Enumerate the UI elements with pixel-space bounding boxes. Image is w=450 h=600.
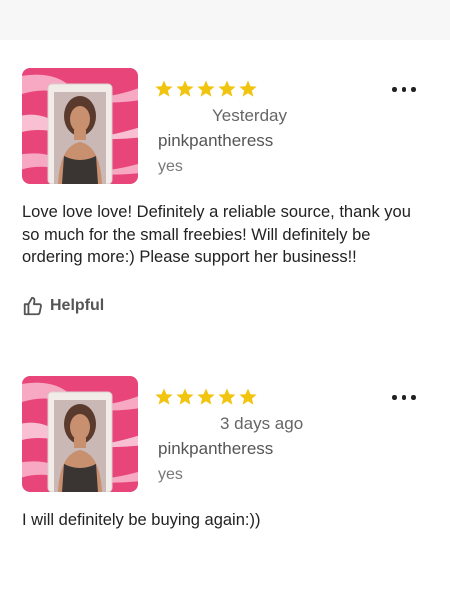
star-icon — [239, 388, 257, 405]
dot — [411, 87, 416, 92]
review-text: Love love love! Definitely a reliable so… — [22, 203, 411, 266]
thumbs-up-icon — [23, 296, 42, 316]
more-options-icon[interactable] — [392, 395, 416, 400]
review-text: I will definitely be buying again:)) — [22, 511, 261, 529]
dot — [392, 395, 397, 400]
star-rating — [154, 79, 258, 99]
star-icon — [218, 388, 236, 405]
review-photo[interactable] — [22, 376, 138, 492]
star-icon — [176, 80, 194, 97]
dot — [401, 395, 406, 400]
helpful-button[interactable]: Helpful — [22, 294, 104, 318]
dot — [392, 87, 397, 92]
review-photo[interactable] — [22, 68, 138, 184]
review-variant: yes — [158, 158, 183, 175]
star-icon — [155, 80, 173, 97]
star-icon — [197, 388, 215, 405]
top-background-band — [0, 0, 450, 40]
star-icon — [218, 80, 236, 97]
star-rating — [154, 387, 258, 407]
star-icon — [155, 388, 173, 405]
helpful-label: Helpful — [50, 297, 105, 314]
star-icon — [239, 80, 257, 97]
review-variant: yes — [158, 466, 183, 483]
star-icon — [176, 388, 194, 405]
dot — [411, 395, 416, 400]
reviewer-name[interactable]: pinkpantheress — [158, 439, 273, 459]
reviewer-name[interactable]: pinkpantheress — [158, 131, 273, 151]
more-options-icon[interactable] — [392, 87, 416, 92]
review-date: Yesterday — [212, 106, 287, 125]
dot — [401, 87, 406, 92]
star-icon — [197, 80, 215, 97]
review-date: 3 days ago — [220, 414, 304, 433]
